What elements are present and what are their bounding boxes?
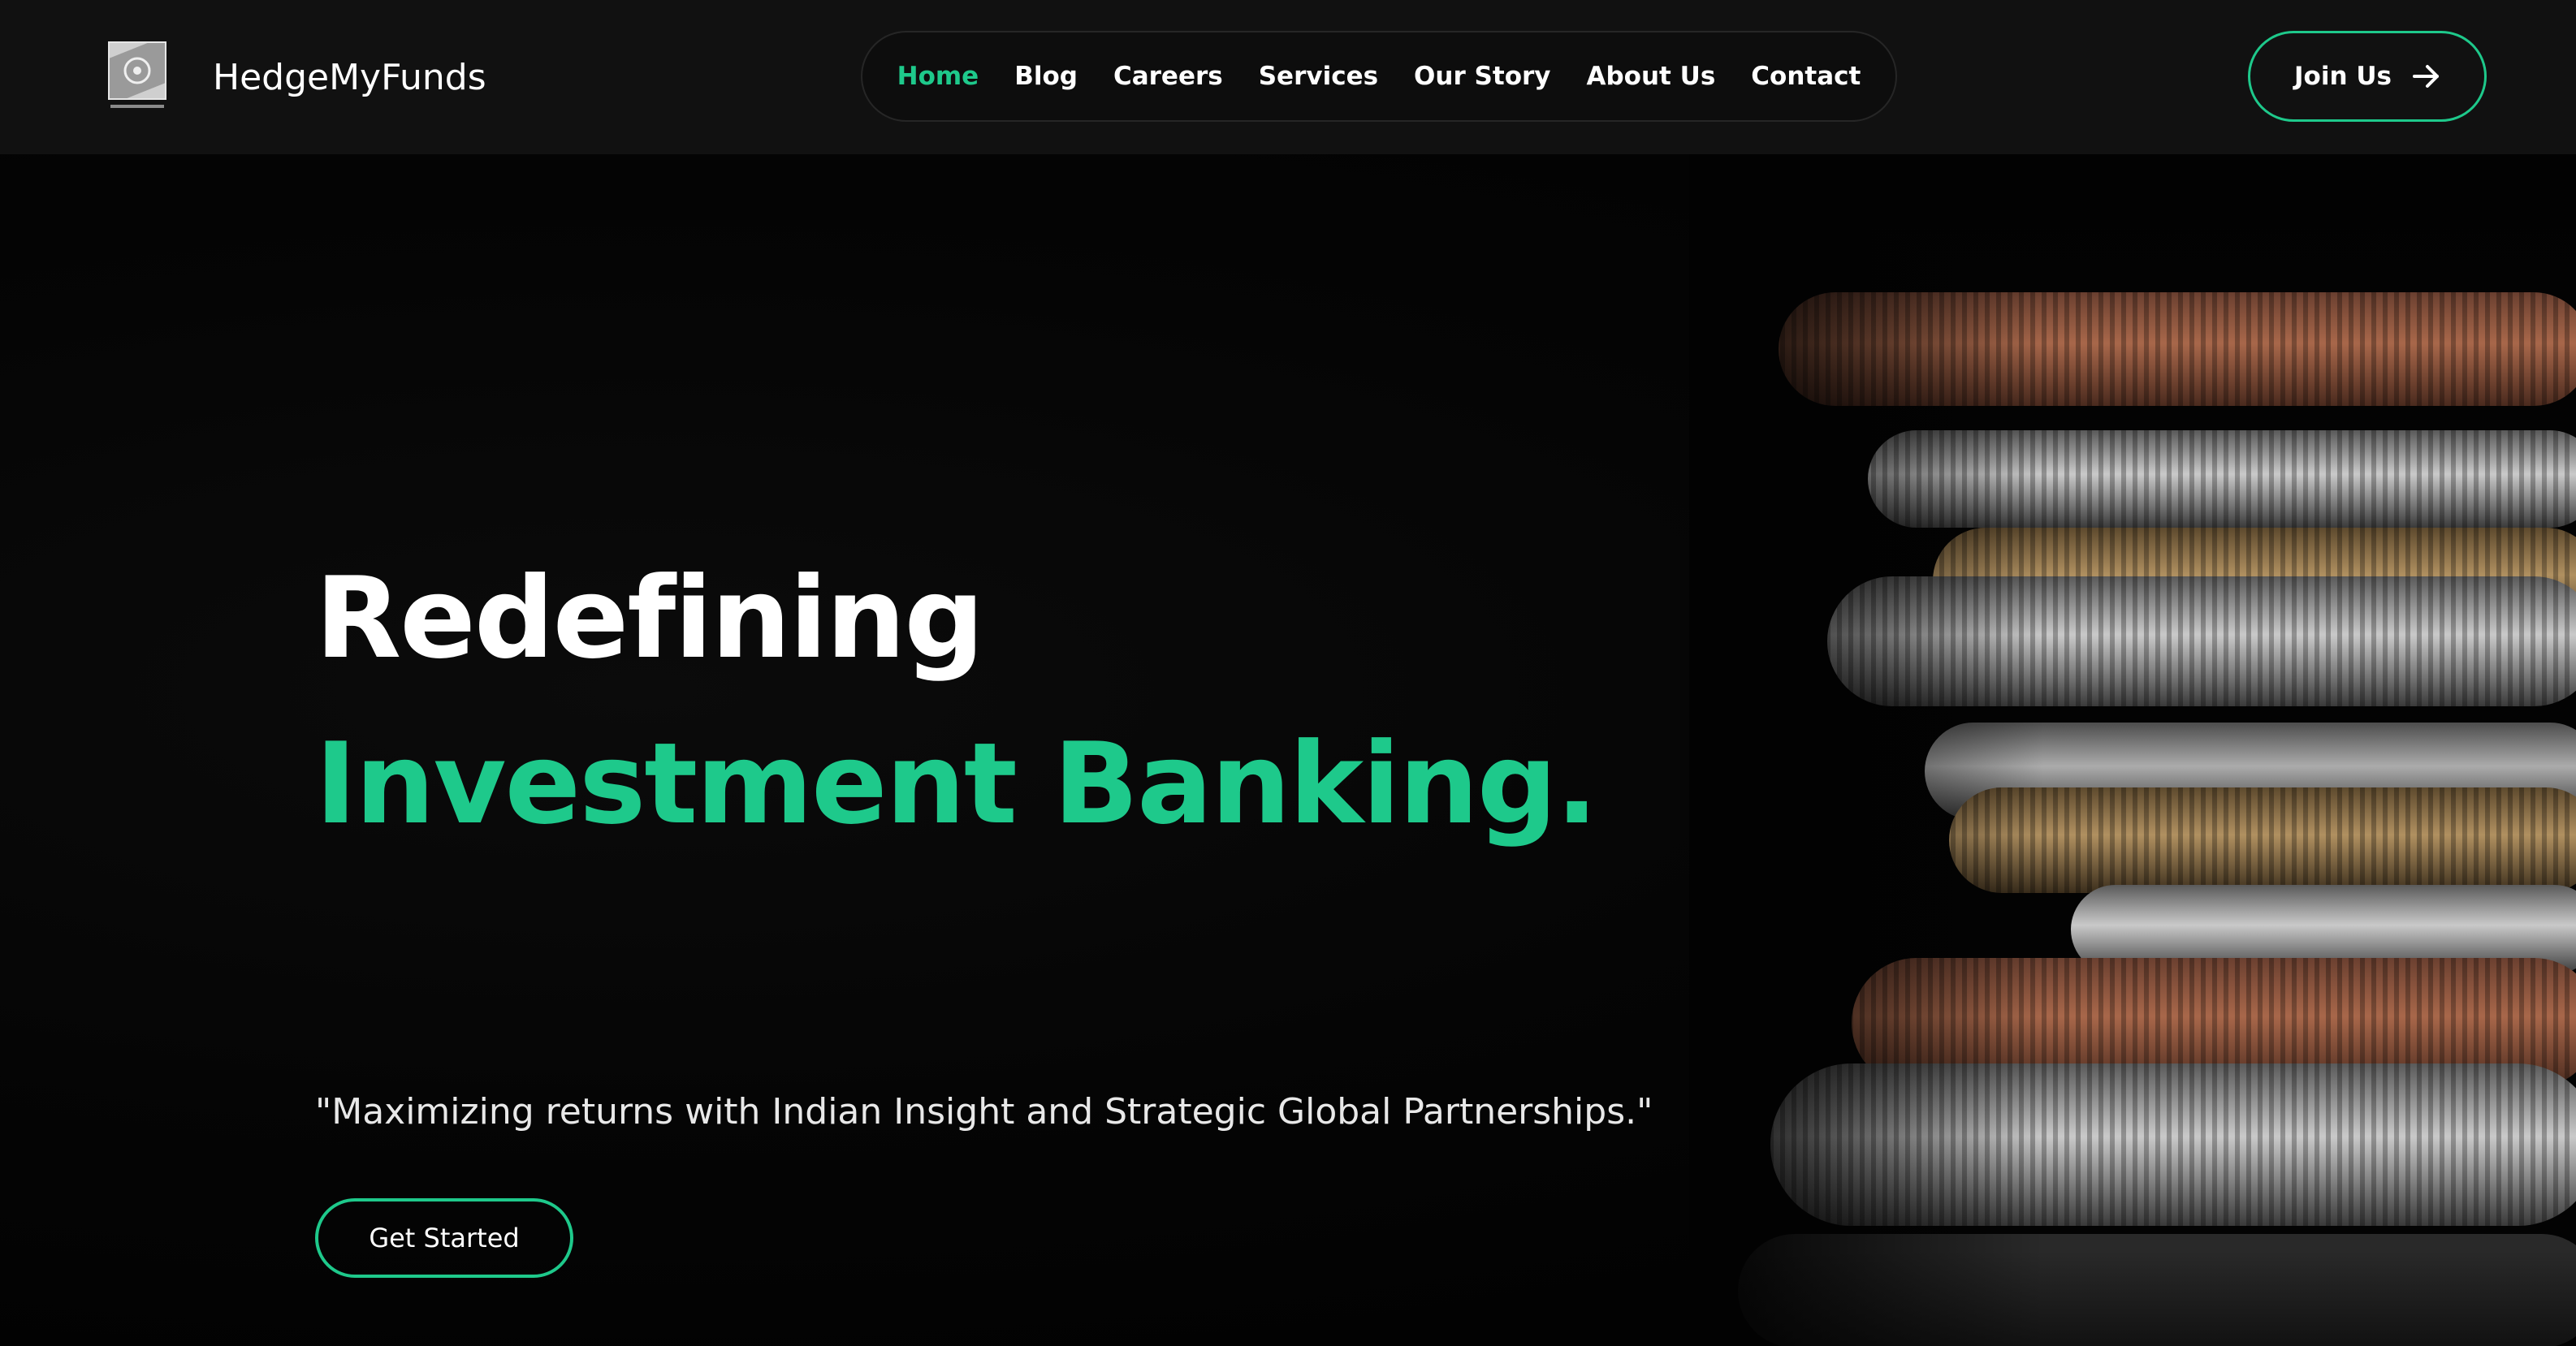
nav-item-services[interactable]: Services xyxy=(1259,62,1378,91)
join-us-button[interactable]: Join Us xyxy=(2248,31,2487,122)
hero-title-plain: Redefining xyxy=(315,553,984,684)
join-us-label: Join Us xyxy=(2294,62,2392,91)
hero-title: Redefining Investment Banking. xyxy=(315,536,1696,867)
arrow-right-icon xyxy=(2412,65,2439,88)
page: HedgeMyFunds Home Blog Careers Services … xyxy=(0,0,2576,1346)
hero-section: Redefining Investment Banking. "Maximizi… xyxy=(0,154,2576,1346)
logo-icon xyxy=(108,41,166,108)
nav-item-careers[interactable]: Careers xyxy=(1113,62,1223,91)
logo[interactable] xyxy=(106,41,169,114)
get-started-label: Get Started xyxy=(369,1223,520,1253)
nav-item-contact[interactable]: Contact xyxy=(1751,62,1861,91)
hero-title-accent: Investment Banking. xyxy=(315,718,1598,849)
nav-item-about-us[interactable]: About Us xyxy=(1587,62,1716,91)
main-nav: Home Blog Careers Services Our Story Abo… xyxy=(861,31,1897,122)
stacked-coins-image xyxy=(1689,154,2576,1346)
nav-item-blog[interactable]: Blog xyxy=(1014,62,1078,91)
navbar: HedgeMyFunds Home Blog Careers Services … xyxy=(0,0,2576,154)
get-started-button[interactable]: Get Started xyxy=(315,1198,573,1278)
nav-item-home[interactable]: Home xyxy=(897,62,979,91)
nav-item-our-story[interactable]: Our Story xyxy=(1414,62,1550,91)
brand-name[interactable]: HedgeMyFunds xyxy=(213,54,486,102)
hero-subtitle: "Maximizing returns with Indian Insight … xyxy=(315,1091,1653,1132)
logo-caption-mark xyxy=(110,105,164,108)
